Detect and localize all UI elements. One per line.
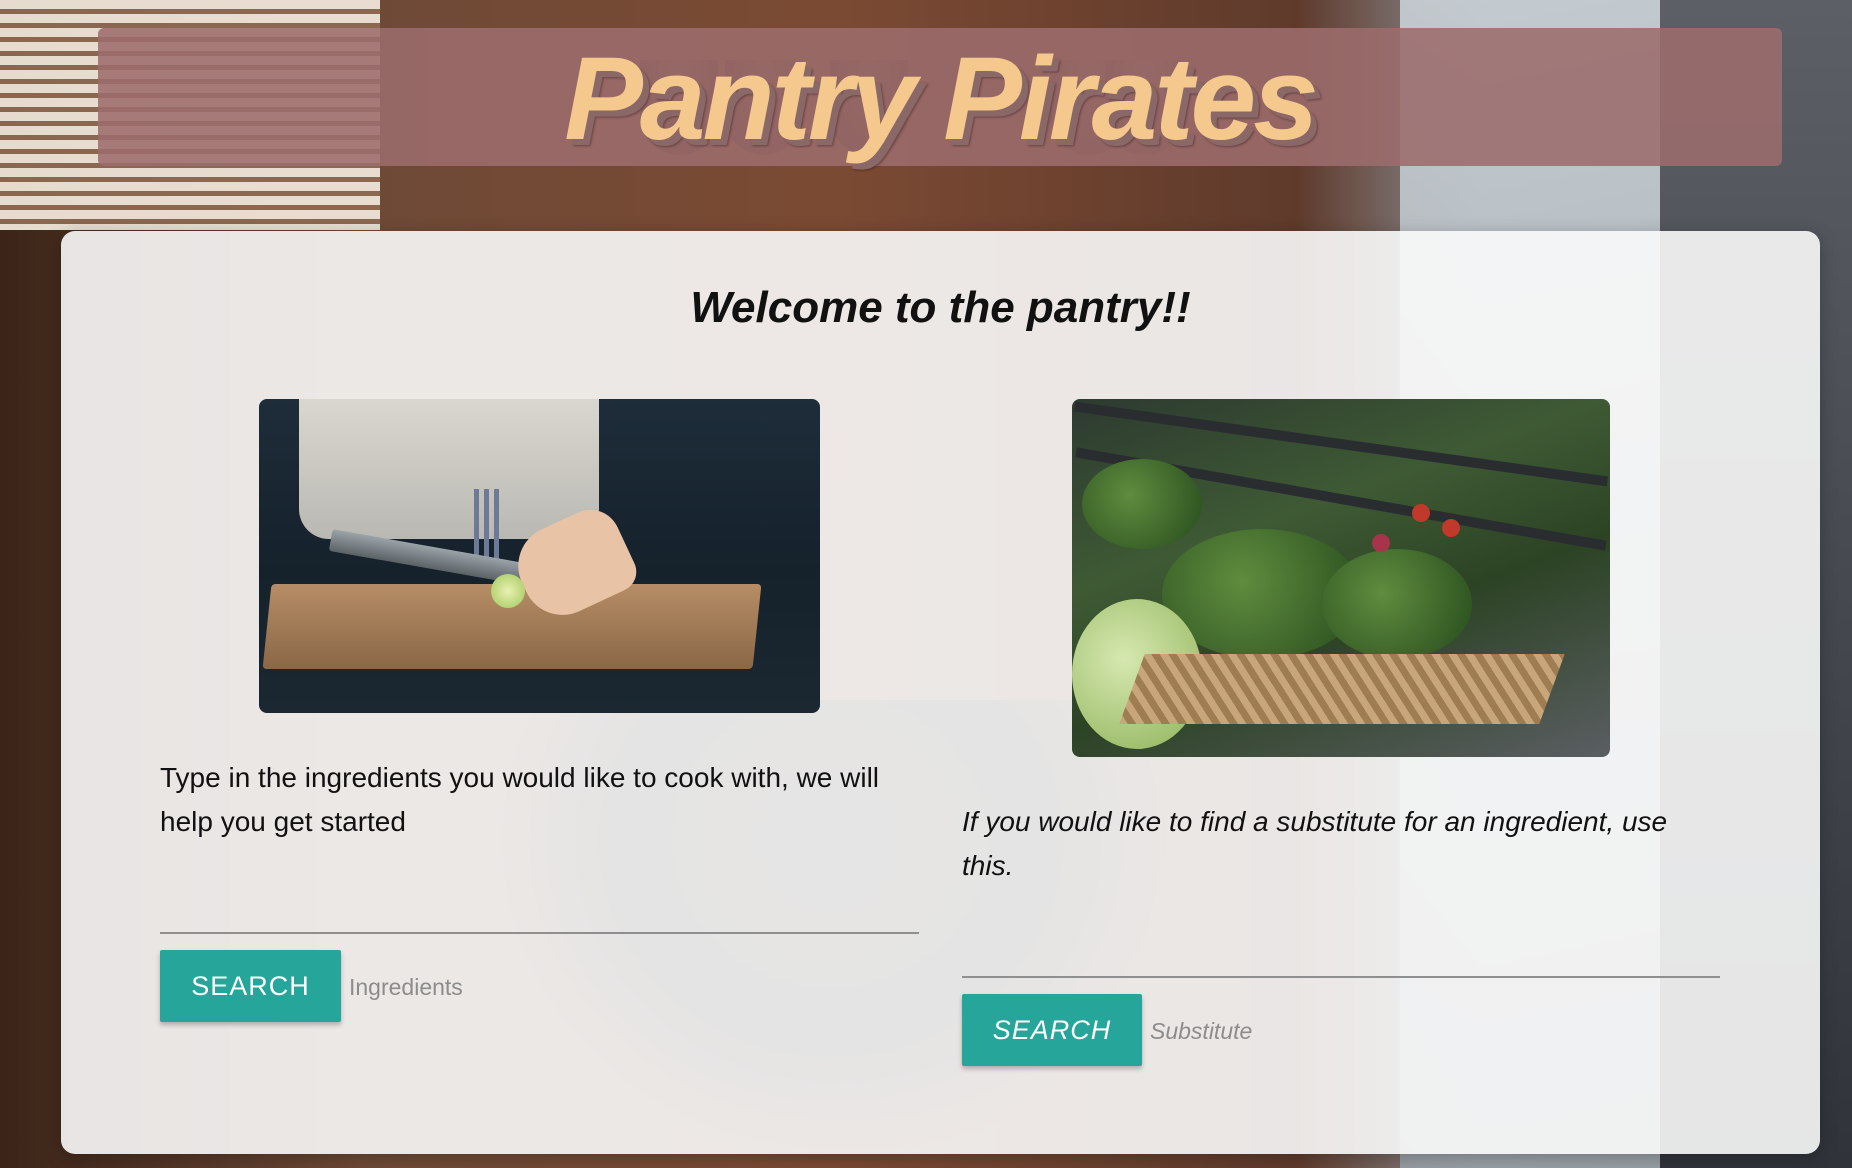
ingredients-description: Type in the ingredients you would like t… bbox=[160, 762, 880, 837]
welcome-heading: Welcome to the pantry!! bbox=[690, 283, 1191, 332]
site-header: Pantry Pirates bbox=[98, 28, 1782, 166]
ingredients-search-button[interactable]: SEARCH bbox=[160, 950, 341, 1022]
substitute-placeholder: Substitute bbox=[1150, 1018, 1253, 1044]
main-card: Welcome to the pantry!! Type in the ingr… bbox=[61, 231, 1820, 1154]
substitute-description: If you would like to find a substitute f… bbox=[962, 806, 1668, 881]
substitute-input[interactable] bbox=[962, 976, 1720, 978]
site-title: Pantry Pirates bbox=[564, 33, 1319, 165]
ingredients-placeholder: Ingredients bbox=[349, 974, 463, 1000]
substitute-search-button[interactable]: SEARCH bbox=[962, 994, 1142, 1066]
ingredients-input[interactable] bbox=[160, 932, 919, 934]
cutting-board-image bbox=[259, 399, 820, 713]
produce-aisle-image bbox=[1072, 399, 1610, 757]
